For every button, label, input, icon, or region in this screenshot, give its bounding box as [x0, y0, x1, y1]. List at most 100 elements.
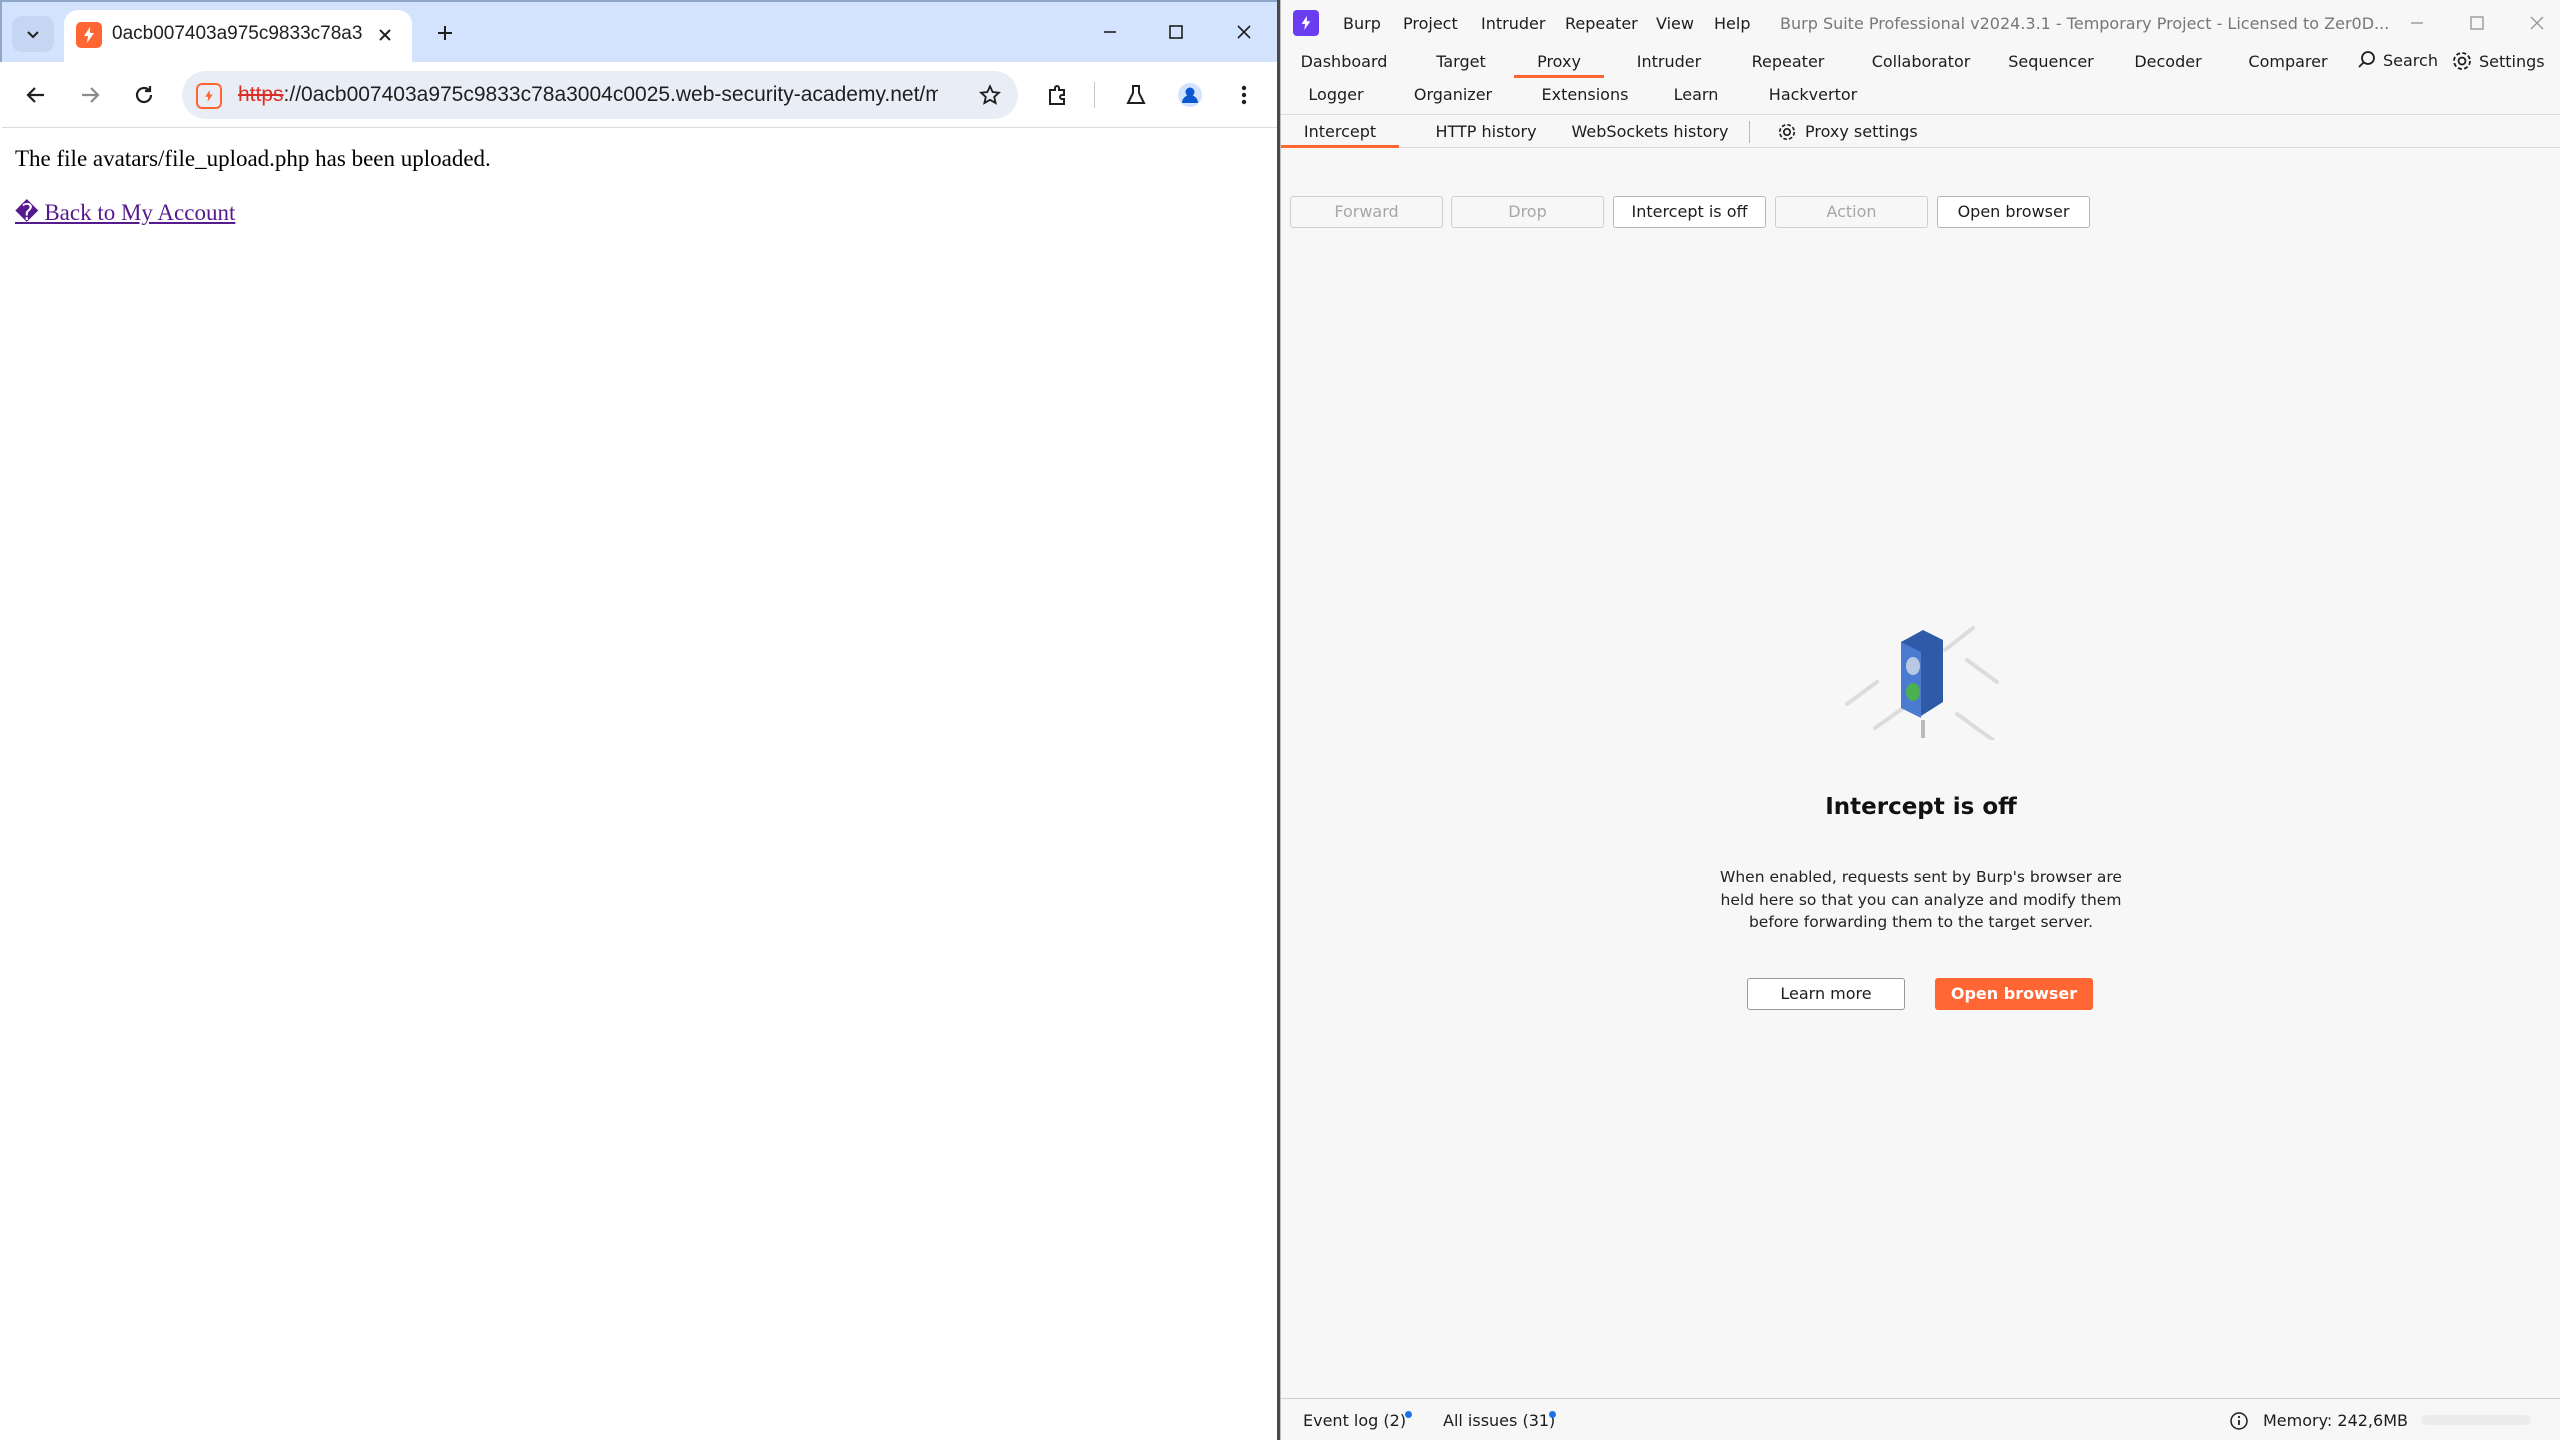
- open-browser-cta-button[interactable]: Open browser: [1935, 978, 2093, 1010]
- menu-project[interactable]: Project: [1403, 14, 1458, 33]
- tab-extensions[interactable]: Extensions: [1521, 79, 1649, 111]
- labs-button[interactable]: [1116, 75, 1156, 115]
- upload-message: The file avatars/file_upload.php has bee…: [15, 146, 491, 171]
- tab-title: 0acb007403a975c9833c78a3004c0025.web-sec…: [112, 23, 362, 44]
- address-bar[interactable]: https://0acb007403a975c9833c78a3004c0025…: [182, 71, 1018, 119]
- close-icon: [2530, 16, 2544, 30]
- gear-icon: [2453, 52, 2471, 70]
- tab-intruder[interactable]: Intruder: [1614, 46, 1724, 78]
- menu-button[interactable]: [1224, 75, 1264, 115]
- subtab-intercept[interactable]: Intercept: [1281, 115, 1399, 148]
- more-vert-icon: [1241, 85, 1247, 105]
- tab-logger[interactable]: Logger: [1289, 79, 1383, 111]
- status-bar: Event log (2) All issues (31) Memory: 24…: [1281, 1398, 2560, 1440]
- minimize-button[interactable]: [1084, 12, 1136, 52]
- tab-collaborator[interactable]: Collaborator: [1849, 46, 1993, 78]
- browser-toolbar: https://0acb007403a975c9833c78a3004c0025…: [2, 62, 1277, 128]
- chrome-window: 0acb007403a975c9833c78a3004c0025.web-sec…: [0, 0, 1280, 1440]
- puzzle-icon: [1049, 85, 1065, 105]
- burp-window: Burp Project Intruder Repeater View Help…: [1280, 0, 2560, 1440]
- burp-close-button[interactable]: [2517, 8, 2557, 38]
- search-label: Search: [2383, 50, 2438, 70]
- settings-button[interactable]: Settings: [2451, 50, 2545, 72]
- tab-decoder[interactable]: Decoder: [2113, 46, 2223, 78]
- tab-strip: 0acb007403a975c9833c78a3004c0025.web-sec…: [0, 0, 1277, 64]
- info-icon: [2230, 1412, 2248, 1430]
- close-window-button[interactable]: [1218, 12, 1270, 52]
- empty-title: Intercept is off: [1825, 794, 2017, 820]
- tab-learn[interactable]: Learn: [1651, 79, 1741, 111]
- memory-bar: [2421, 1415, 2531, 1425]
- extensions-button[interactable]: [1038, 75, 1078, 115]
- bookmark-star-icon[interactable]: [972, 77, 1008, 113]
- empty-description: When enabled, requests sent by Burp's br…: [1720, 868, 2122, 931]
- reload-icon: [135, 86, 153, 104]
- search-button[interactable]: Search: [2357, 50, 2438, 70]
- avatar-icon: [1178, 83, 1202, 107]
- search-icon: [2358, 51, 2375, 68]
- arrow-right-icon: [82, 87, 100, 103]
- subtab-divider: [1749, 121, 1750, 143]
- settings-label: Settings: [2479, 51, 2545, 71]
- tab-comparer[interactable]: Comparer: [2223, 46, 2353, 78]
- window-title: Burp Suite Professional v2024.3.1 - Temp…: [1780, 14, 2390, 33]
- burp-logo-icon: [1293, 10, 1319, 36]
- menu-repeater[interactable]: Repeater: [1565, 14, 1638, 33]
- action-button[interactable]: Action: [1775, 196, 1928, 228]
- flask-icon: [1126, 85, 1146, 104]
- toolbar-divider: [1094, 82, 1095, 108]
- lightning-icon: [76, 22, 102, 48]
- new-tab-button[interactable]: [426, 14, 464, 52]
- tab-proxy[interactable]: Proxy: [1514, 46, 1604, 78]
- gear-icon: [1778, 123, 1796, 140]
- proxy-settings-button[interactable]: Proxy settings: [1777, 115, 1918, 148]
- tab-organizer[interactable]: Organizer: [1393, 79, 1513, 111]
- tab-search-button[interactable]: [12, 16, 54, 52]
- burp-minimize-button[interactable]: [2397, 8, 2437, 38]
- chevron-down-icon: [27, 31, 39, 39]
- issues-dot: [1549, 1411, 1556, 1418]
- tab-hackvertor[interactable]: Hackvertor: [1743, 79, 1883, 111]
- maximize-icon: [2470, 16, 2484, 30]
- event-log-dot: [1405, 1411, 1412, 1418]
- maximize-button[interactable]: [1150, 12, 1202, 52]
- back-to-account-link[interactable]: � Back to My Account: [15, 200, 235, 226]
- traffic-light-icon: [1845, 626, 1999, 740]
- intercept-toggle-button[interactable]: Intercept is off: [1613, 196, 1766, 228]
- arrow-left-icon: [26, 87, 44, 103]
- forward-button[interactable]: Forward: [1290, 196, 1443, 228]
- maximize-icon: [1169, 25, 1183, 39]
- page-content: The file avatars/file_upload.php has bee…: [2, 130, 1277, 1438]
- subtab-websockets-history[interactable]: WebSockets history: [1561, 115, 1739, 148]
- burp-maximize-button[interactable]: [2457, 8, 2497, 38]
- all-issues-button[interactable]: All issues (31): [1443, 1411, 1555, 1430]
- tab-sequencer[interactable]: Sequencer: [1981, 46, 2121, 78]
- memory-label: Memory: 242,6MB: [2263, 1411, 2408, 1430]
- event-log-button[interactable]: Event log (2): [1303, 1411, 1406, 1430]
- site-lightning-icon[interactable]: [196, 83, 222, 109]
- forward-button[interactable]: [70, 75, 110, 115]
- minimize-icon: [1104, 31, 1116, 33]
- close-tab-icon[interactable]: [370, 20, 400, 50]
- open-browser-button[interactable]: Open browser: [1937, 196, 2090, 228]
- menu-view[interactable]: View: [1656, 14, 1694, 33]
- drop-button[interactable]: Drop: [1451, 196, 1604, 228]
- url-text[interactable]: https://0acb007403a975c9833c78a3004c0025…: [238, 83, 938, 107]
- tab-target[interactable]: Target: [1411, 46, 1511, 78]
- subtab-http-history[interactable]: HTTP history: [1421, 115, 1551, 148]
- close-icon: [1237, 25, 1251, 39]
- menu-burp[interactable]: Burp: [1343, 14, 1381, 33]
- minimize-icon: [2411, 22, 2423, 24]
- profile-button[interactable]: [1170, 75, 1210, 115]
- tab-dashboard[interactable]: Dashboard: [1289, 46, 1399, 78]
- tab-repeater[interactable]: Repeater: [1728, 46, 1848, 78]
- url-host: ://0acb007403a975c9833c78a3004c0025.web-…: [283, 83, 938, 106]
- browser-tab[interactable]: 0acb007403a975c9833c78a3004c0025.web-sec…: [64, 10, 412, 64]
- menu-intruder[interactable]: Intruder: [1481, 14, 1545, 33]
- menu-help[interactable]: Help: [1714, 14, 1750, 33]
- back-button[interactable]: [16, 75, 56, 115]
- plus-icon: [438, 26, 452, 40]
- learn-more-button[interactable]: Learn more: [1747, 978, 1905, 1010]
- reload-button[interactable]: [124, 75, 164, 115]
- url-scheme: https: [238, 83, 284, 106]
